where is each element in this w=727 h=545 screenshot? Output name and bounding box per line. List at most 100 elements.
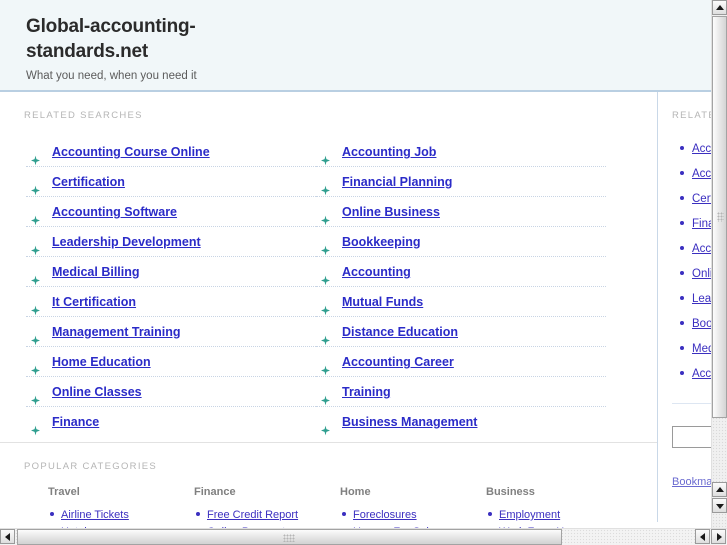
related-search-link[interactable]: Online Business [342,205,440,219]
related-search-link[interactable]: Online Classes [52,385,142,399]
green-sparkle-icon [30,237,41,255]
scroll-up-button-secondary[interactable] [712,482,727,497]
related-search-item[interactable]: It Certification [26,287,316,317]
green-sparkle-icon [320,297,331,315]
related-search-item[interactable]: Accounting [316,257,606,287]
related-search-link[interactable]: Distance Education [342,325,458,339]
related-search-item[interactable]: Training [316,377,606,407]
popular-category-column: Home Foreclosures Houses For Sale [340,486,486,529]
popular-categories-grid: Travel Airline Tickets Hotels [0,472,657,529]
related-search-link[interactable]: Certification [52,175,125,189]
popular-category-item[interactable]: Foreclosures [340,505,486,522]
related-search-item[interactable]: Medical Billing [26,257,316,287]
related-search-link[interactable]: Bookkeeping [342,235,421,249]
sidebar-related-link[interactable]: Accounting Career [692,368,712,380]
related-search-link[interactable]: Accounting [342,265,411,279]
sidebar-related-item[interactable]: Accounting Career [658,360,712,385]
related-search-link[interactable]: Mutual Funds [342,295,423,309]
related-search-link[interactable]: Management Training [52,325,181,339]
related-search-item[interactable]: Accounting Job [316,137,606,167]
sidebar-related-item[interactable]: Online Business [658,260,712,285]
green-sparkle-icon [30,387,41,405]
popular-categories-label: POPULAR CATEGORIES [24,461,158,472]
popular-category-link[interactable]: Airline Tickets [61,509,129,521]
sidebar-related-link[interactable]: Leadership Development [692,293,712,305]
sidebar-related-link[interactable]: Accounting Job [692,168,712,180]
related-search-item[interactable]: Distance Education [316,317,606,347]
related-search-link[interactable]: Training [342,385,391,399]
sidebar-search [672,426,712,448]
sidebar-related-item[interactable]: Leadership Development [658,285,712,310]
related-search-item[interactable]: Mutual Funds [316,287,606,317]
bullet-icon [196,511,200,516]
related-search-item[interactable]: Accounting Software [26,197,316,227]
related-search-item[interactable]: Business Management [316,407,606,436]
horizontal-scrollbar[interactable] [0,528,727,545]
related-search-link[interactable]: Accounting Career [342,355,454,369]
related-search-item[interactable]: Financial Planning [316,167,606,197]
sidebar-related-item[interactable]: Medical Billing [658,335,712,360]
green-sparkle-icon [320,147,331,165]
related-search-item[interactable]: Accounting Career [316,347,606,377]
related-search-item[interactable]: Bookkeeping [316,227,606,257]
sidebar-related-item[interactable]: Bookkeeping [658,310,712,335]
related-search-link[interactable]: Business Management [342,415,477,429]
popular-category-item[interactable]: Free Credit Report [194,505,340,522]
sidebar-related-item[interactable]: Accounting Software [658,235,712,260]
sidebar-related-item[interactable]: Accounting Job [658,160,712,185]
sidebar-related-link[interactable]: Bookkeeping [692,318,712,330]
related-search-item[interactable]: Management Training [26,317,316,347]
sidebar-related-link[interactable]: Online Business [692,268,712,280]
sidebar-related-list: Accounting Course Online Accounting Job … [658,121,712,385]
green-sparkle-icon [320,387,331,405]
related-search-link[interactable]: Accounting Course Online [52,145,210,159]
green-sparkle-icon [30,207,41,225]
sidebar-related-item[interactable]: Certification [658,185,712,210]
popular-category-item[interactable]: Employment [486,505,632,522]
bullet-icon [50,511,54,516]
related-search-link[interactable]: Accounting Software [52,205,177,219]
related-search-link[interactable]: It Certification [52,295,136,309]
related-search-item[interactable]: Accounting Course Online [26,137,316,167]
popular-category-link[interactable]: Employment [499,509,560,521]
sidebar-related-link[interactable]: Accounting Course Online [692,143,712,155]
related-search-link[interactable]: Accounting Job [342,145,436,159]
related-search-link[interactable]: Home Education [52,355,151,369]
green-sparkle-icon [30,417,41,435]
bullet-icon [680,245,684,250]
popular-category-item[interactable]: Airline Tickets [48,505,194,522]
related-search-link[interactable]: Leadership Development [52,235,201,249]
bookmark-link[interactable]: Bookmark [672,476,712,488]
site-header: Global-accounting-standards.net What you… [0,0,712,92]
sidebar-related-item[interactable]: Financial Planning [658,210,712,235]
scroll-up-button[interactable] [712,0,727,15]
scroll-left-button[interactable] [0,529,15,544]
sidebar-related-link[interactable]: Accounting Software [692,243,712,255]
sidebar-related-link[interactable]: Certification [692,193,712,205]
related-search-item[interactable]: Leadership Development [26,227,316,257]
scroll-left-button-secondary[interactable] [695,529,710,544]
related-search-item[interactable]: Online Business [316,197,606,227]
sidebar-related-link[interactable]: Medical Billing [692,343,712,355]
related-search-item[interactable]: Finance [26,407,316,436]
related-search-item[interactable]: Home Education [26,347,316,377]
related-search-link[interactable]: Finance [52,415,99,429]
sidebar-related-link[interactable]: Financial Planning [692,218,712,230]
green-sparkle-icon [30,147,41,165]
caret-up-icon [715,486,724,492]
bullet-icon [680,295,684,300]
popular-category-link[interactable]: Free Credit Report [207,509,298,521]
vertical-scrollbar-thumb[interactable] [712,16,727,418]
related-search-item[interactable]: Online Classes [26,377,316,407]
scroll-right-button[interactable] [711,529,726,544]
popular-category-link[interactable]: Foreclosures [353,509,417,521]
horizontal-scrollbar-thumb[interactable] [17,529,562,545]
related-search-item[interactable]: Certification [26,167,316,197]
related-search-link[interactable]: Financial Planning [342,175,452,189]
scroll-down-button[interactable] [712,498,727,513]
related-search-link[interactable]: Medical Billing [52,265,140,279]
sidebar-related-item[interactable]: Accounting Course Online [658,135,712,160]
browser-screen: Global-accounting-standards.net What you… [0,0,727,545]
search-input[interactable] [672,426,712,448]
vertical-scrollbar[interactable] [711,0,727,529]
